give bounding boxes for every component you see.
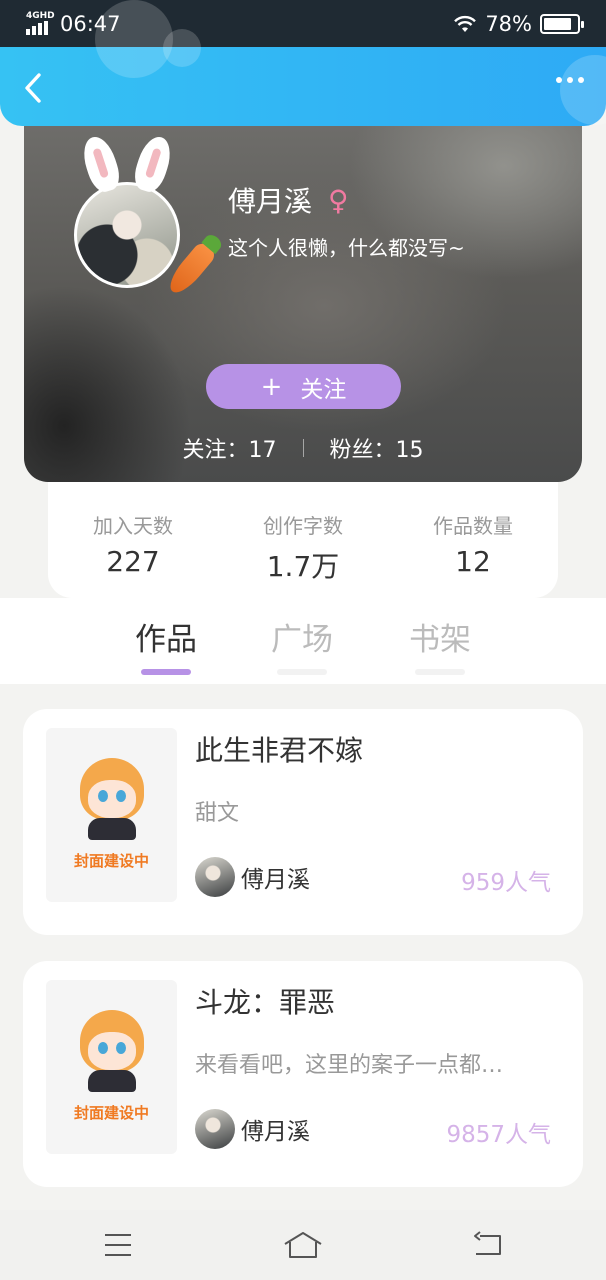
follow-button[interactable]: + 关注 (206, 364, 401, 409)
network-type: 4GHD (26, 11, 55, 21)
profile-bio: 这个人很懒，什么都没写~ (228, 236, 465, 260)
profile-name: 傅月溪 (228, 185, 313, 218)
work-popularity: 959人气 (461, 870, 551, 896)
profile-banner: 傅月溪 ♀ 这个人很懒，什么都没写~ + 关注 关注：17 粉丝：15 (24, 126, 582, 482)
avatar[interactable] (74, 132, 219, 299)
plus-icon: + (260, 371, 283, 402)
work-card[interactable]: 封面建设中 此生非君不嫁 甜文 傅月溪 959人气 (23, 709, 583, 935)
divider (302, 439, 304, 457)
cellular-signal-icon: 4GHD (26, 11, 55, 35)
work-popularity: 9857人气 (446, 1122, 551, 1148)
status-bar: 4GHD 06:47 78% (0, 0, 606, 48)
tab-bar: 作品 广场 书架 (0, 598, 606, 684)
battery-percent: 78% (485, 12, 532, 36)
stat-works-count: 作品数量 12 (433, 514, 513, 578)
author-avatar (195, 1109, 235, 1149)
system-nav-bar (0, 1210, 606, 1280)
tab-plaza[interactable]: 广场 (257, 614, 347, 675)
top-app-bar (0, 0, 606, 126)
wifi-icon (454, 15, 477, 32)
following-count[interactable]: 关注：17 (182, 432, 276, 464)
tab-works[interactable]: 作品 (121, 614, 211, 675)
work-description: 甜文 (195, 801, 240, 826)
follow-counts: 关注：17 粉丝：15 (24, 432, 582, 464)
cover-placeholder-text: 封面建设中 (73, 1104, 149, 1122)
stat-word-count: 创作字数 1.7万 (263, 514, 343, 583)
back-icon[interactable] (18, 71, 52, 105)
return-icon[interactable] (472, 1230, 504, 1260)
fans-count[interactable]: 粉丝：15 (330, 432, 424, 464)
stat-join-days: 加入天数 227 (93, 514, 173, 578)
work-card[interactable]: 封面建设中 斗龙：罪恶 来看看吧，这里的案子一点都… 傅月溪 9857人气 (23, 961, 583, 1187)
follow-button-label: 关注 (300, 376, 347, 403)
work-author: 傅月溪 (195, 857, 310, 897)
battery-icon (540, 14, 584, 34)
home-icon[interactable] (283, 1230, 323, 1260)
work-title: 此生非君不嫁 (195, 734, 364, 767)
work-title: 斗龙：罪恶 (195, 986, 336, 1019)
female-gender-icon: ♀ (328, 183, 349, 217)
stats-card: 加入天数 227 创作字数 1.7万 作品数量 12 (48, 482, 558, 598)
work-description: 来看看吧，这里的案子一点都… (195, 1053, 504, 1078)
menu-icon[interactable] (103, 1230, 133, 1260)
more-dots-icon[interactable] (556, 77, 584, 83)
tab-bookshelf[interactable]: 书架 (395, 614, 485, 675)
work-cover: 封面建设中 (46, 980, 177, 1154)
work-author: 傅月溪 (195, 1109, 310, 1149)
author-avatar (195, 857, 235, 897)
cover-placeholder-text: 封面建设中 (73, 852, 149, 870)
work-cover: 封面建设中 (46, 728, 177, 902)
